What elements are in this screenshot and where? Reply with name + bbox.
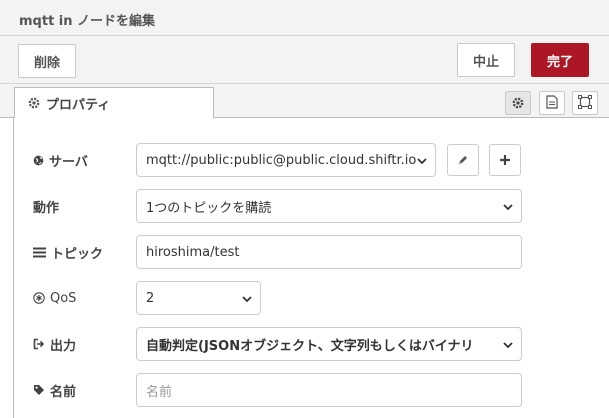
tab-properties-icon-button[interactable] xyxy=(505,91,531,115)
properties-panel: サーバ mqtt://public:public@public.cloud.sh… xyxy=(13,118,609,418)
tag-icon xyxy=(33,384,45,396)
server-select[interactable]: mqtt://public:public@public.cloud.shiftr… xyxy=(136,143,436,177)
server-label: サーバ xyxy=(33,143,88,177)
name-input[interactable]: 名前 xyxy=(136,373,522,407)
chevron-down-icon xyxy=(241,293,253,305)
name-label: 名前 xyxy=(33,373,76,407)
output-select[interactable]: 自動判定(JSONオブジェクト、文字列もしくはバイナリ xyxy=(136,327,522,361)
edit-server-button[interactable] xyxy=(447,144,479,176)
file-icon xyxy=(546,94,558,113)
cancel-button[interactable]: 中止 xyxy=(457,43,515,77)
output-label: 出力 xyxy=(33,327,76,361)
qos-select[interactable]: 2 xyxy=(136,281,261,315)
tab-properties-label: プロパティ xyxy=(46,97,111,113)
gear-icon xyxy=(512,94,524,113)
done-button[interactable]: 完了 xyxy=(531,43,589,77)
output-value: 自動判定(JSONオブジェクト、文字列もしくはバイナリ xyxy=(146,338,474,354)
asterisk-circle-icon xyxy=(33,292,45,304)
dialog-button-bar: 削除 中止 完了 xyxy=(0,36,609,84)
list-icon xyxy=(33,247,46,258)
topic-input[interactable]: hiroshima/test xyxy=(136,235,522,269)
tab-description-button[interactable] xyxy=(539,91,565,115)
name-placeholder: 名前 xyxy=(146,384,173,400)
tab-strip: プロパティ xyxy=(0,84,609,119)
tab-properties[interactable]: プロパティ xyxy=(14,87,214,119)
action-value: 1つのトピックを購読 xyxy=(146,200,272,216)
globe-icon xyxy=(33,155,44,166)
dialog-title: mqtt in ノードを編集 xyxy=(19,14,156,29)
chevron-down-icon xyxy=(416,155,428,167)
topic-label: トピック xyxy=(33,235,103,269)
gear-icon xyxy=(28,97,40,109)
qos-value: 2 xyxy=(146,290,155,306)
tab-appearance-button[interactable] xyxy=(572,91,598,115)
sign-out-icon xyxy=(33,338,45,350)
action-label: 動作 xyxy=(33,200,60,216)
action-select[interactable]: 1つのトピックを購読 xyxy=(136,189,522,223)
add-server-button[interactable] xyxy=(489,144,521,176)
plus-icon xyxy=(499,151,511,170)
qos-label: QoS xyxy=(33,281,76,315)
server-value: mqtt://public:public@public.cloud.shiftr… xyxy=(146,152,417,168)
topic-value: hiroshima/test xyxy=(146,244,240,260)
chevron-down-icon xyxy=(502,339,514,351)
chevron-down-icon xyxy=(502,201,514,213)
pencil-icon xyxy=(457,151,469,170)
delete-button[interactable]: 削除 xyxy=(18,44,76,78)
dialog-titlebar: mqtt in ノードを編集 xyxy=(0,0,609,36)
frame-icon xyxy=(578,94,592,113)
